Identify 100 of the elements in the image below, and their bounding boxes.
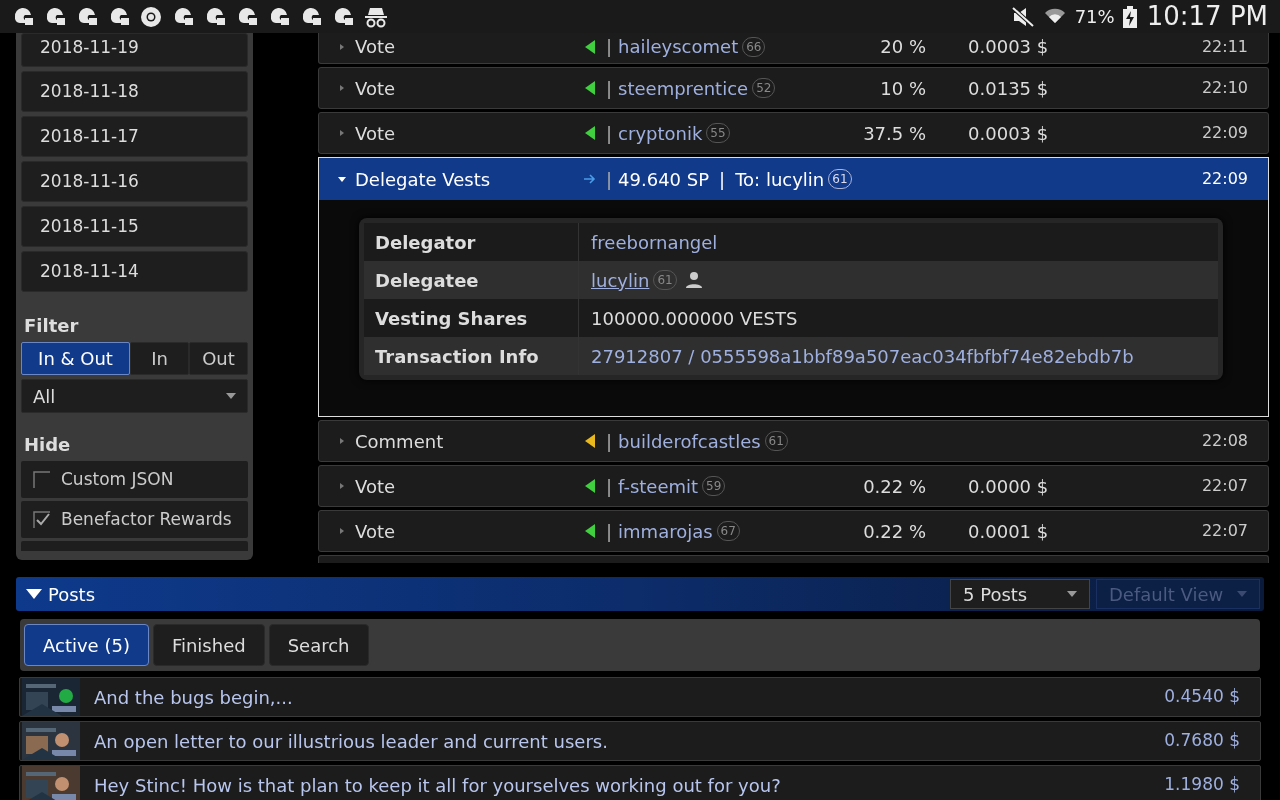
- clock: 10:17 PM: [1146, 0, 1268, 33]
- post-title[interactable]: An open letter to our illustrious leader and current users.: [94, 727, 608, 755]
- vote-percent: 0.22 %: [863, 520, 927, 542]
- operation-type: Delegate Vests: [355, 167, 492, 192]
- date-button[interactable]: 2018-11-15: [21, 206, 248, 247]
- separator: |: [606, 35, 613, 59]
- operation-time: 22:10: [1201, 77, 1248, 99]
- checkbox-row[interactable]: [21, 541, 248, 551]
- checkbox[interactable]: [33, 510, 51, 529]
- date-button[interactable]: 2018-11-19: [21, 33, 248, 67]
- detail-value: 27912807 / 0555598a1bbf89a507eac034fbfbf74e82ebdb7b: [591, 344, 1134, 369]
- notification-icon[interactable]: [172, 6, 194, 27]
- username-link[interactable]: steemprentice: [618, 74, 749, 102]
- vote-percent: 37.5 %: [863, 122, 927, 144]
- caret-icon: [1237, 591, 1247, 597]
- filter-dropdown[interactable]: All: [21, 379, 248, 413]
- post-title[interactable]: And the bugs begin,...: [94, 683, 293, 711]
- separator: |: [719, 167, 726, 192]
- posts-title: Posts: [48, 582, 96, 607]
- detail-value: freebornangel: [591, 230, 718, 255]
- battery-percent: 71%: [1074, 5, 1115, 29]
- notification-icon[interactable]: [332, 6, 354, 27]
- vote-percent: 0.22 %: [863, 475, 927, 497]
- username-link[interactable]: lucylin: [591, 266, 650, 294]
- posts-tab[interactable]: Active (5): [24, 624, 149, 666]
- filter-tab[interactable]: Out: [189, 342, 248, 375]
- filter-label: Filter: [23, 314, 80, 336]
- separator: |: [606, 121, 613, 146]
- person-icon[interactable]: [684, 271, 703, 289]
- notification-icon[interactable]: [108, 6, 130, 27]
- post-payout: 0.4540 $: [1164, 685, 1240, 709]
- separator: |: [606, 429, 613, 454]
- filter-tab[interactable]: In: [130, 342, 189, 375]
- operation-type: Vote: [355, 76, 397, 101]
- operation-row[interactable]: Vote | immarojas 67 0.22 % 0.0001 $ 22:07: [318, 510, 1269, 552]
- post-title[interactable]: Hey Stinc! How is that plan to keep it all for yourselves working out for you?: [94, 771, 781, 799]
- separator: |: [606, 167, 613, 192]
- date-button[interactable]: 2018-11-16: [21, 161, 248, 202]
- post-row[interactable]: And the bugs begin,... 0.4540 $: [19, 677, 1261, 717]
- username-link[interactable]: immarojas: [618, 517, 713, 545]
- post-row[interactable]: An open letter to our illustrious leader and current users. 0.7680 $: [19, 721, 1261, 761]
- incognito-icon[interactable]: [364, 5, 388, 28]
- date-button[interactable]: 2018-11-14: [21, 251, 248, 292]
- separator: |: [606, 474, 613, 499]
- operation-row[interactable]: Delegate Vests | 49.640 SP | To: lucylin 61 22:09: [319, 158, 1268, 200]
- battery-icon: [1122, 5, 1137, 28]
- notification-icon[interactable]: [236, 6, 258, 27]
- username-link[interactable]: f-steemit: [618, 472, 699, 500]
- notification-icon[interactable]: [76, 6, 98, 27]
- checkbox[interactable]: [33, 470, 51, 489]
- vote-value: 0.0001 $: [968, 520, 1049, 542]
- caret-icon[interactable]: [26, 588, 42, 600]
- notification-icon[interactable]: [204, 6, 226, 27]
- operation-time: 22:11: [1201, 35, 1248, 58]
- browser-icon[interactable]: [140, 5, 162, 28]
- detail-value: 100000.000000 VESTS: [591, 306, 798, 331]
- operation-row[interactable]: Comment | builderofcastles 61 22:08: [318, 420, 1269, 462]
- username-link[interactable]: haileyscomet: [618, 33, 739, 60]
- filter-tab[interactable]: In & Out: [21, 342, 130, 375]
- date-button[interactable]: 2018-11-17: [21, 116, 248, 157]
- username-link[interactable]: cryptonik: [618, 119, 703, 147]
- vote-percent: 10 %: [880, 77, 927, 99]
- detail-label: Transaction Info: [364, 337, 579, 375]
- post-payout: 1.1980 $: [1164, 773, 1240, 797]
- operation-row[interactable]: Vote | cryptonik 55 37.5 % 0.0003 $ 22:09: [318, 112, 1269, 154]
- date-button[interactable]: 2018-11-18: [21, 71, 248, 112]
- notification-icon[interactable]: [44, 6, 66, 27]
- posts-count-dropdown[interactable]: 5 Posts: [950, 579, 1090, 609]
- operation-time: 22:07: [1201, 520, 1248, 542]
- operation-row[interactable]: Vote | f-steemit 59 0.22 % 0.0000 $ 22:07: [318, 465, 1269, 507]
- checkbox-row[interactable]: Custom JSON: [21, 461, 248, 498]
- operation-type: Vote: [355, 121, 397, 146]
- operation-type: Vote: [355, 474, 397, 499]
- caret-icon: [226, 393, 236, 399]
- operation-row[interactable]: Vote | steemprentice 52 10 % 0.0135 $ 22:10: [318, 67, 1269, 109]
- operation-time: 22:07: [1201, 475, 1248, 497]
- post-payout: 0.7680 $: [1164, 729, 1240, 753]
- notification-icon[interactable]: [12, 6, 34, 27]
- notification-icon[interactable]: [300, 6, 322, 27]
- operation-row[interactable]: Vote | haileyscomet 66 20 % 0.0003 $ 22:11: [318, 33, 1269, 64]
- checkbox-row[interactable]: Benefactor Rewards: [21, 501, 248, 538]
- operation-time: 22:09: [1201, 122, 1248, 144]
- operation-time: 22:09: [1201, 168, 1248, 190]
- caret-icon: [1067, 591, 1077, 597]
- mute-icon: [1010, 5, 1035, 28]
- operation-type: Comment: [355, 429, 445, 454]
- operation-type: Vote: [355, 35, 397, 59]
- recipient[interactable]: To: lucylin: [735, 165, 825, 193]
- username-link[interactable]: builderofcastles: [618, 427, 761, 455]
- vote-percent: 20 %: [880, 36, 927, 57]
- post-row[interactable]: Hey Stinc! How is that plan to keep it all for yourselves working out for you? 1.1980 $: [19, 765, 1261, 800]
- posts-tab[interactable]: Finished: [152, 624, 265, 666]
- posts-tab[interactable]: Search: [268, 624, 369, 666]
- vote-value: 0.0003 $: [968, 36, 1049, 57]
- vote-value: 0.0135 $: [968, 77, 1049, 99]
- operation-type: Vote: [355, 519, 397, 544]
- vote-value: 0.0000 $: [968, 475, 1049, 497]
- vote-value: 0.0003 $: [968, 122, 1049, 144]
- notification-icon[interactable]: [268, 6, 290, 27]
- hide-label: Hide: [23, 433, 72, 455]
